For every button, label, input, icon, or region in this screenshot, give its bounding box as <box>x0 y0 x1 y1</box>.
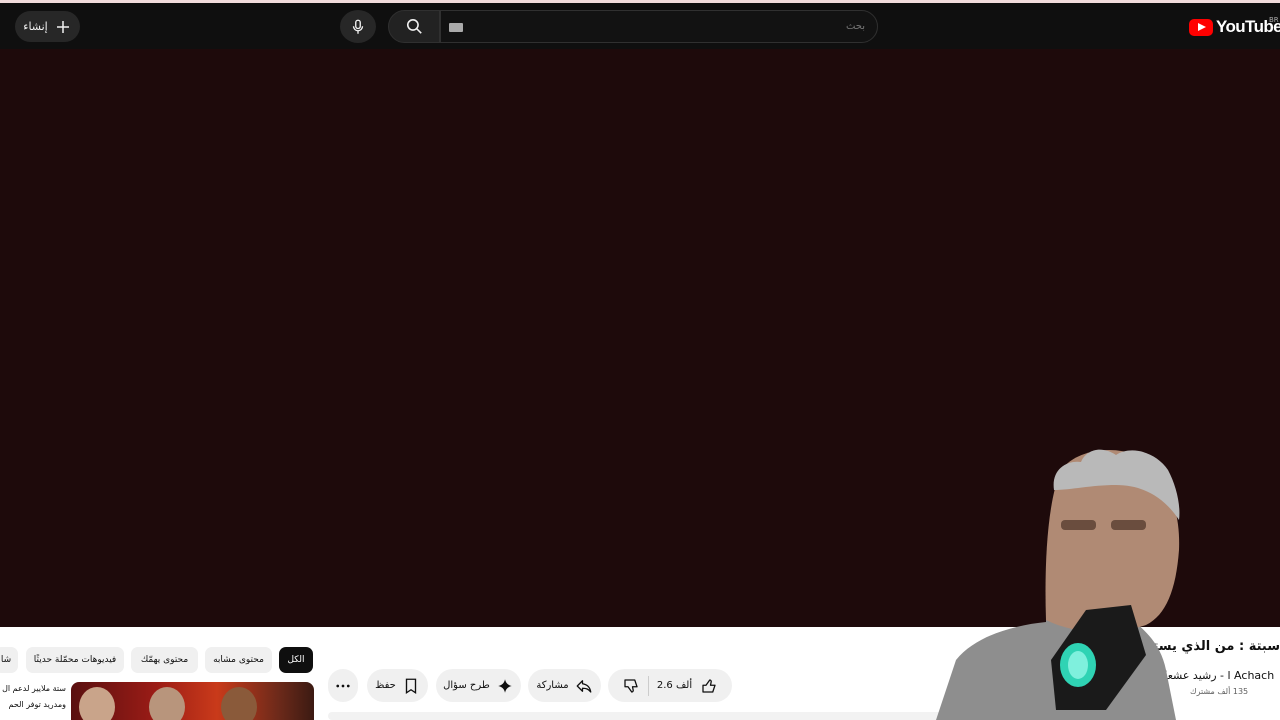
microphone-icon <box>352 19 364 34</box>
like-count: 2.6 ألف <box>656 680 693 691</box>
keyboard-icon[interactable] <box>449 23 463 32</box>
thumbnail-face-right <box>221 687 257 720</box>
search-button[interactable] <box>388 10 440 43</box>
save-label: حفظ <box>375 680 396 691</box>
bookmark-icon <box>405 678 417 694</box>
search-icon <box>406 18 422 34</box>
chip-recently-uploaded[interactable]: فيديوهات محمّلة حديثًا <box>26 647 124 673</box>
create-button[interactable]: إنشاء <box>15 11 80 42</box>
share-icon <box>576 679 592 693</box>
recommendation-thumbnail[interactable] <box>71 682 314 720</box>
ask-button[interactable]: طرح سؤال <box>436 669 521 702</box>
thumbnail-face-left <box>79 687 115 720</box>
more-actions-button[interactable] <box>328 669 358 702</box>
country-code: BR <box>1269 16 1279 24</box>
sparkle-icon <box>498 678 512 693</box>
masthead: إنشاء YouTube BR <box>0 3 1280 49</box>
thumbnail-face-mid <box>149 687 185 720</box>
subscriber-count: 135 ألف مشترك <box>1190 687 1249 696</box>
recommendation-title-line2[interactable]: ومدريد توفر الحم <box>0 700 66 709</box>
voice-search-button[interactable] <box>340 10 376 43</box>
save-button[interactable]: حفظ <box>367 669 428 702</box>
like-icon[interactable] <box>700 677 718 695</box>
ask-label: طرح سؤال <box>443 680 490 691</box>
chip-all[interactable]: الكل <box>279 647 313 673</box>
share-label: مشاركة <box>536 680 569 691</box>
create-label: إنشاء <box>23 20 48 33</box>
plus-icon <box>56 20 69 33</box>
recommendation-title-line1[interactable]: ستة ملايير لدعم ال <box>0 684 66 693</box>
chip-related[interactable]: محتوى مشابه <box>205 647 272 673</box>
like-dislike-group: 2.6 ألف <box>608 669 732 702</box>
search-input[interactable] <box>440 10 878 43</box>
youtube-play-icon <box>1189 18 1213 36</box>
youtube-logo[interactable]: YouTube <box>1189 17 1280 37</box>
chip-for-you[interactable]: محتوى يهمّك <box>131 647 198 673</box>
dislike-icon[interactable] <box>622 677 640 695</box>
webcam-overlay-person <box>936 449 1180 720</box>
chip-partial[interactable]: شا <box>0 647 18 673</box>
share-button[interactable]: مشاركة <box>528 669 601 702</box>
like-divider <box>647 675 649 696</box>
more-horizontal-icon <box>336 684 350 687</box>
